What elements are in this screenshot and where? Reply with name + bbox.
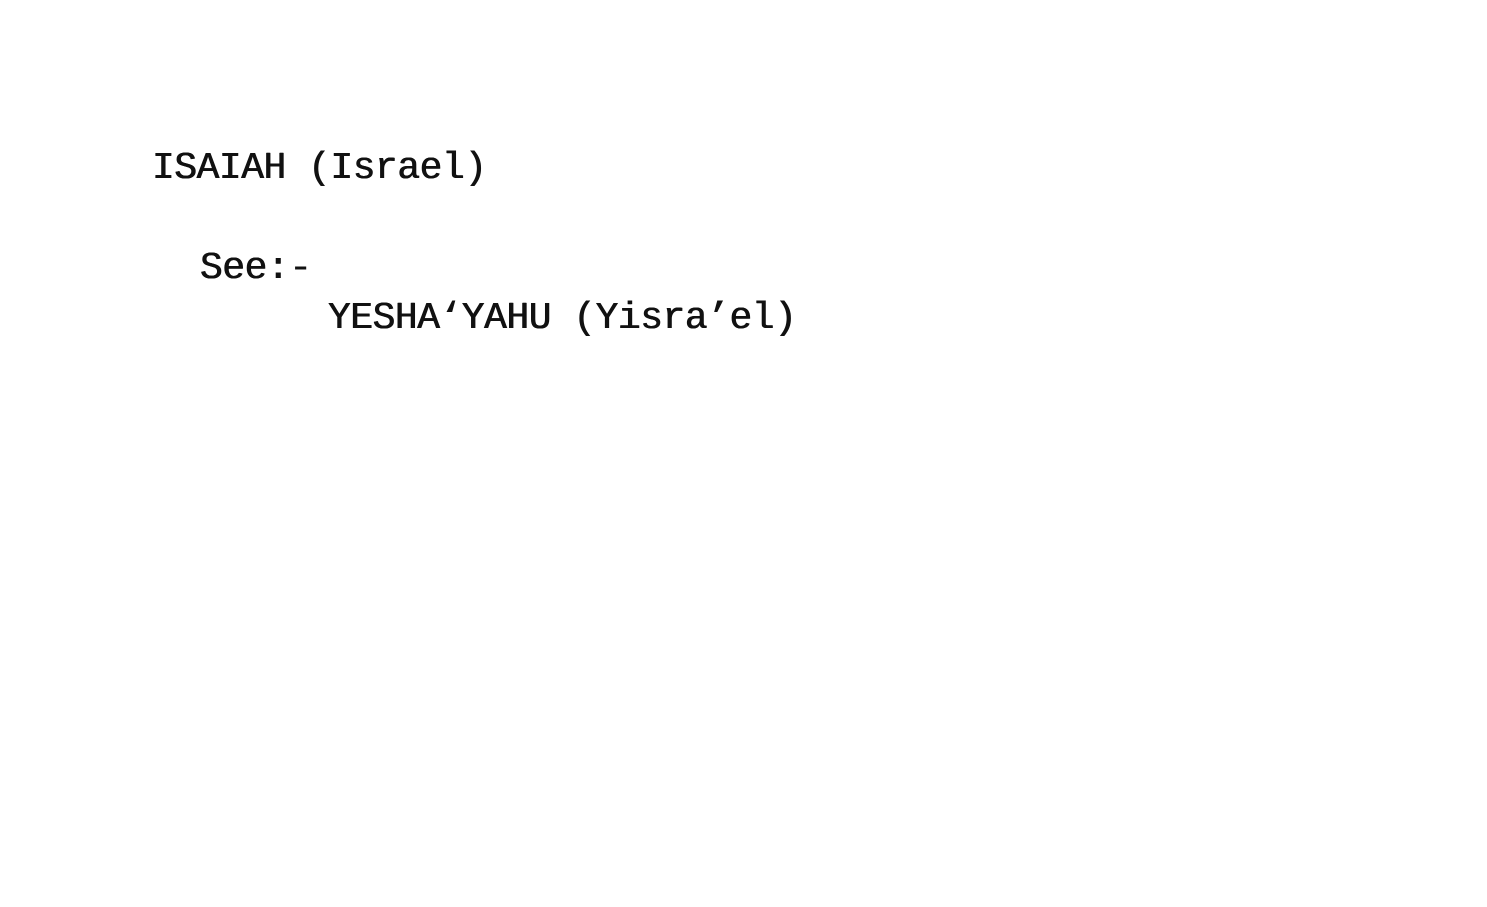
catalog-card: ISAIAH (Israel) See:- YESHA‘YAHU (Yisra’… — [0, 0, 1487, 907]
cross-reference: YESHA‘YAHU (Yisra’el) — [328, 297, 797, 340]
card-heading: ISAIAH (Israel) — [152, 147, 487, 190]
see-label: See:- — [200, 247, 312, 290]
